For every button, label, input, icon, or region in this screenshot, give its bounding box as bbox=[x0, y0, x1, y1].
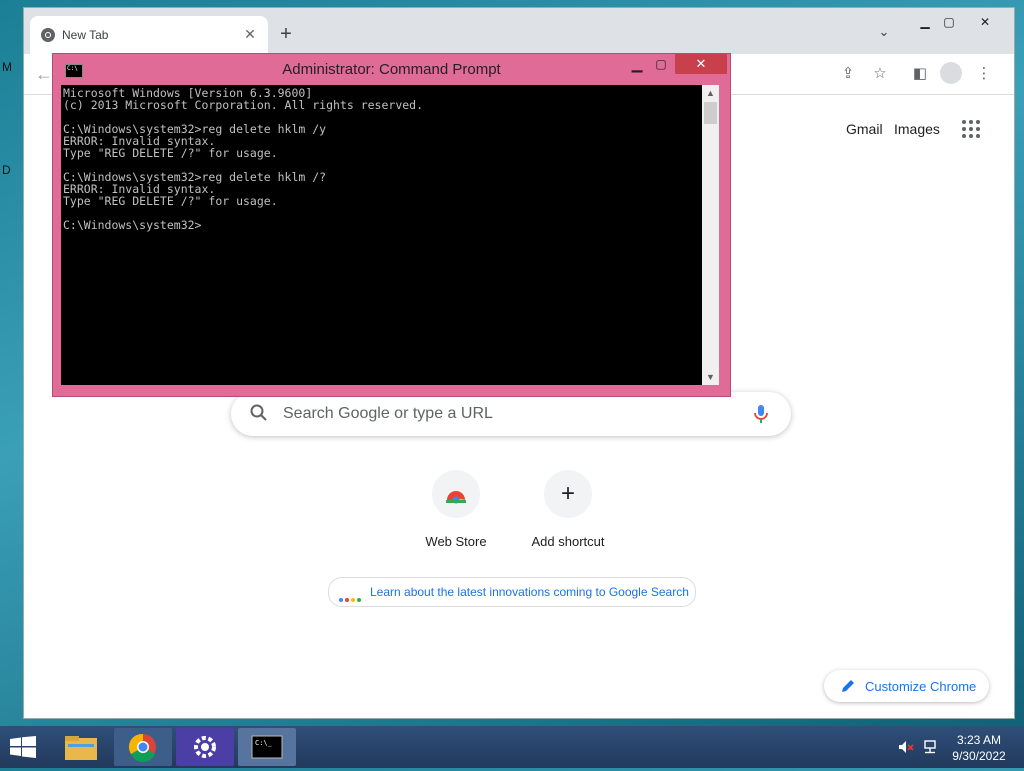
console-line: Type "REG DELETE /?" for usage. bbox=[63, 194, 278, 208]
tab-title: New Tab bbox=[62, 28, 109, 42]
minimize-icon[interactable]: ▁ bbox=[912, 12, 938, 32]
console-scrollbar[interactable]: ▲ ▼ bbox=[702, 85, 719, 385]
new-tab-plus-icon[interactable]: + bbox=[274, 22, 298, 46]
shortcut-icon-container: + bbox=[544, 470, 592, 518]
share-icon[interactable]: ⇪ bbox=[836, 62, 860, 86]
google-dots-icon bbox=[339, 589, 363, 607]
tab-search-chevron-icon[interactable]: ⌄ bbox=[874, 24, 894, 44]
doodle-promo-link[interactable]: Learn about the latest innovations comin… bbox=[328, 577, 696, 607]
close-window-icon[interactable]: ✕ bbox=[972, 12, 998, 32]
shortcut-add[interactable]: + Add shortcut bbox=[512, 470, 624, 560]
shortcut-icon-container bbox=[432, 470, 480, 518]
command-prompt-icon[interactable]: C:\_ bbox=[238, 728, 296, 766]
search-box[interactable]: Search Google or type a URL bbox=[231, 392, 791, 436]
console-line: Type "REG DELETE /?" for usage. bbox=[63, 146, 278, 160]
taskbar: C:\_ 3:23 AM 9/30/2022 bbox=[0, 726, 1024, 768]
tab-strip: New Tab ✕ + ⌄ ▁ ▢ ✕ bbox=[24, 8, 1014, 54]
scroll-thumb[interactable] bbox=[704, 102, 717, 124]
file-explorer-icon[interactable] bbox=[52, 728, 110, 766]
console-output[interactable]: Microsoft Windows [Version 6.3.9600] (c) … bbox=[61, 85, 702, 385]
desktop-icon-fragment: D bbox=[2, 163, 11, 177]
clock-date: 9/30/2022 bbox=[952, 749, 1006, 763]
google-apps-grid-icon[interactable] bbox=[962, 120, 982, 140]
command-prompt-window: C:\ Administrator: Command Prompt ▁ ▢ ✕ … bbox=[52, 53, 731, 397]
shortcut-web-store[interactable]: Web Store bbox=[400, 470, 512, 560]
promo-text: Learn about the latest innovations comin… bbox=[370, 585, 689, 599]
desktop-icon-fragment: M bbox=[2, 60, 12, 74]
cmd-maximize-icon[interactable]: ▢ bbox=[649, 54, 673, 74]
search-icon bbox=[250, 404, 267, 421]
tab-close-icon[interactable]: ✕ bbox=[240, 24, 260, 44]
customize-chrome-label: Customize Chrome bbox=[865, 679, 977, 694]
clock-time: 3:23 AM bbox=[956, 733, 1002, 747]
scroll-down-icon[interactable]: ▼ bbox=[702, 369, 719, 385]
cmd-minimize-icon[interactable]: ▁ bbox=[625, 54, 649, 74]
tab-new-tab[interactable]: New Tab ✕ bbox=[30, 16, 268, 54]
shortcut-label: Add shortcut bbox=[531, 534, 605, 549]
customize-chrome-button[interactable]: Customize Chrome bbox=[824, 670, 989, 702]
svg-text:C:\_: C:\_ bbox=[255, 739, 273, 747]
system-clock[interactable]: 3:23 AM 9/30/2022 bbox=[944, 732, 1014, 764]
profile-avatar-icon[interactable] bbox=[940, 62, 962, 84]
side-panel-icon[interactable]: ◧ bbox=[908, 62, 932, 86]
gmail-link[interactable]: Gmail bbox=[846, 121, 883, 137]
console-line: C:\Windows\system32> bbox=[63, 218, 202, 232]
cmd-close-icon[interactable]: ✕ bbox=[675, 54, 727, 74]
search-input[interactable]: Search Google or type a URL bbox=[283, 405, 493, 423]
pencil-icon bbox=[842, 680, 854, 692]
windows-start-icon[interactable] bbox=[10, 736, 36, 758]
bookmark-star-icon[interactable]: ☆ bbox=[868, 62, 892, 86]
console-line: (c) 2013 Microsoft Corporation. All righ… bbox=[63, 98, 424, 112]
maximize-icon[interactable]: ▢ bbox=[936, 12, 962, 32]
shortcut-label: Web Store bbox=[425, 534, 487, 549]
chrome-favicon-icon bbox=[41, 28, 55, 42]
plus-icon: + bbox=[560, 480, 575, 507]
microphone-icon[interactable] bbox=[751, 403, 771, 425]
chrome-web-store-icon bbox=[446, 491, 466, 504]
chrome-icon[interactable] bbox=[114, 728, 172, 766]
network-icon[interactable] bbox=[922, 740, 938, 754]
settings-icon[interactable] bbox=[176, 728, 234, 766]
scroll-up-icon[interactable]: ▲ bbox=[702, 85, 719, 101]
images-link[interactable]: Images bbox=[894, 121, 940, 137]
menu-kebab-icon[interactable]: ⋮ bbox=[972, 62, 996, 86]
speaker-muted-icon[interactable] bbox=[898, 740, 914, 754]
